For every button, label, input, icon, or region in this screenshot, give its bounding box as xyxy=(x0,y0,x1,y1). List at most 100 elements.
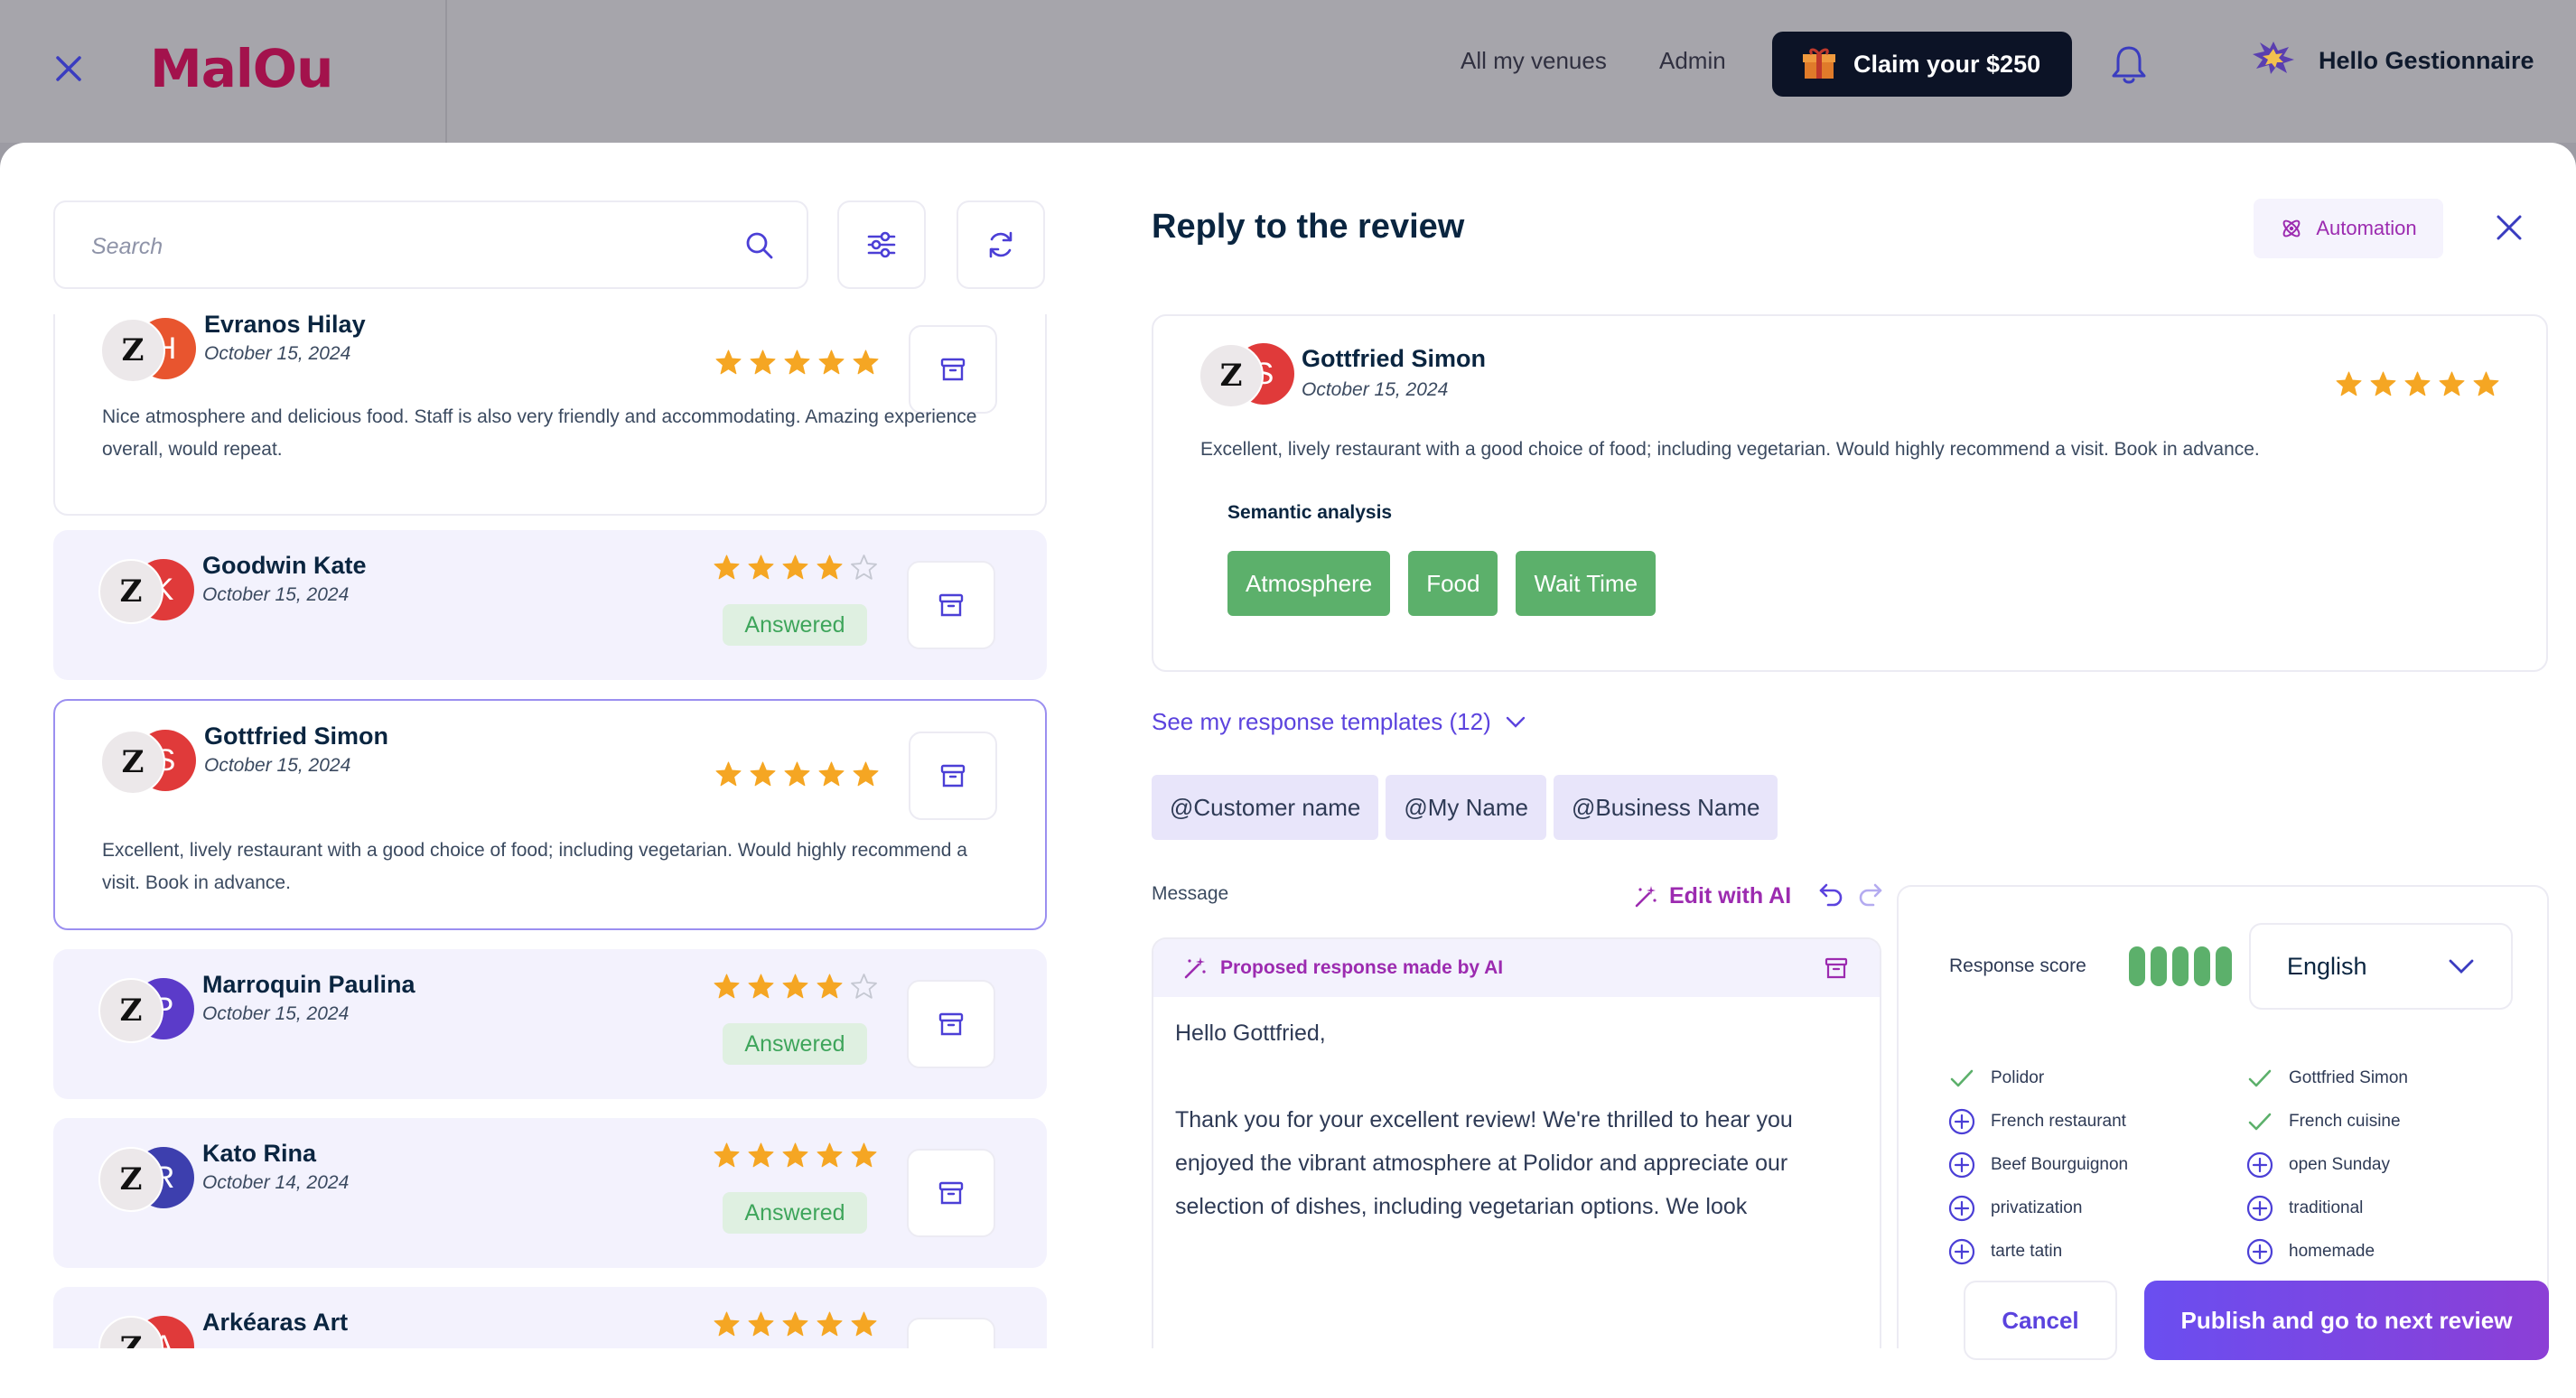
cancel-button[interactable]: Cancel xyxy=(1964,1281,2117,1360)
keyword-label: open Sunday xyxy=(2289,1155,2390,1174)
keyword-item[interactable]: traditional xyxy=(2245,1194,2363,1223)
language-select[interactable]: English xyxy=(2249,923,2513,1010)
status-badge: Answered xyxy=(723,1023,867,1065)
keyword-label: privatization xyxy=(1991,1198,2083,1217)
archive-button[interactable] xyxy=(909,732,997,820)
keyword-label: tarte tatin xyxy=(1991,1242,2063,1261)
publish-next-button[interactable]: Publish and go to next review xyxy=(2144,1281,2549,1360)
refresh-button[interactable] xyxy=(957,200,1045,289)
nav-admin[interactable]: Admin xyxy=(1659,47,1726,75)
star-filled-icon xyxy=(750,761,776,787)
review-text: Excellent, lively restaurant with a good… xyxy=(102,840,967,893)
review-card[interactable]: Z A Arkéaras Art xyxy=(53,1287,1047,1348)
star-rating xyxy=(713,554,878,582)
archive-button[interactable] xyxy=(907,1318,995,1348)
variable-customer-name[interactable]: @Customer name xyxy=(1152,775,1379,840)
redo-icon[interactable] xyxy=(1855,881,1884,907)
keyword-label: Beef Bourguignon xyxy=(1991,1155,2129,1174)
chevron-down-icon xyxy=(1506,716,1525,728)
keyword-label: French restaurant xyxy=(1991,1112,2126,1131)
star-filled-icon xyxy=(851,1142,877,1168)
archive-icon xyxy=(938,1181,964,1205)
archive-button[interactable] xyxy=(907,1149,995,1237)
variable-my-name[interactable]: @My Name xyxy=(1386,775,1546,840)
magic-wand-icon xyxy=(1184,957,1206,979)
star-filled-icon xyxy=(818,761,845,787)
reviewer-name: Gottfried Simon xyxy=(204,722,388,750)
star-filled-icon xyxy=(2439,371,2465,396)
templates-link-label: See my response templates (12) xyxy=(1152,708,1491,735)
add-circle-icon xyxy=(2246,1195,2273,1222)
trash-icon[interactable] xyxy=(1824,955,1849,981)
magic-wand-icon xyxy=(1635,885,1657,907)
star-filled-icon xyxy=(2336,371,2362,396)
user-greeting[interactable]: Hello Gestionnaire xyxy=(2319,47,2534,75)
edit-with-ai-button[interactable]: Edit with AI xyxy=(1633,883,1791,909)
keyword-item[interactable]: French restaurant xyxy=(1947,1107,2126,1136)
search-icon[interactable] xyxy=(743,229,776,262)
review-card[interactable]: Z P Marroquin Paulina October 15, 2024 A… xyxy=(53,949,1047,1099)
reviewer-avatar: Z S xyxy=(100,730,196,795)
semantic-tag[interactable]: Food xyxy=(1408,551,1498,616)
nav-all-venues[interactable]: All my venues xyxy=(1461,47,1607,75)
star-filled-icon xyxy=(817,1311,843,1337)
score-bar xyxy=(2216,946,2232,986)
archive-icon xyxy=(940,358,966,381)
review-list[interactable]: Z H Evranos Hilay October 15, 2024 Nice … xyxy=(53,314,1047,1348)
variable-business-name[interactable]: @Business Name xyxy=(1554,775,1778,840)
review-card[interactable]: Z K Goodwin Kate October 15, 2024 Answer… xyxy=(53,530,1047,680)
check-icon xyxy=(1950,1069,1974,1087)
semantic-tags: Atmosphere Food Wait Time xyxy=(1227,551,1657,616)
undo-icon[interactable] xyxy=(1817,881,1846,907)
status-badge: Answered xyxy=(723,604,867,646)
keyword-label: traditional xyxy=(2289,1198,2364,1217)
archive-button[interactable] xyxy=(907,980,995,1068)
close-icon[interactable] xyxy=(51,51,87,87)
close-icon[interactable] xyxy=(2493,211,2525,244)
message-textarea[interactable]: Hello Gottfried, Thank you for your exce… xyxy=(1175,1011,1862,1228)
filters-button[interactable] xyxy=(837,200,926,289)
semantic-tag[interactable]: Atmosphere xyxy=(1227,551,1391,616)
malou-logo[interactable]: MalOu xyxy=(150,38,333,99)
search-input[interactable] xyxy=(89,226,725,267)
keyword-item[interactable]: tarte tatin xyxy=(1947,1237,2062,1266)
reviewer-avatar: Z A xyxy=(98,1316,194,1348)
add-circle-icon xyxy=(1948,1151,1975,1179)
archive-button[interactable] xyxy=(907,561,995,649)
star-filled-icon xyxy=(784,350,810,375)
semantic-analysis-title: Semantic analysis xyxy=(1227,502,1393,523)
undo-redo xyxy=(1817,881,1884,907)
top-bar: MalOu All my venues Admin Claim your $25… xyxy=(0,0,2576,143)
review-date: October 14, 2024 xyxy=(202,1172,350,1193)
star-filled-icon xyxy=(715,761,742,787)
reviewer-name: Gottfried Simon xyxy=(1302,345,1486,372)
keyword-item[interactable]: homemade xyxy=(2245,1237,2375,1266)
review-card[interactable]: Z H Evranos Hilay October 15, 2024 Nice … xyxy=(53,314,1047,516)
search-box xyxy=(53,200,808,289)
keyword-label: homemade xyxy=(2289,1242,2375,1261)
claim-button[interactable]: Claim your $250 xyxy=(1772,32,2072,97)
star-filled-icon xyxy=(851,1311,877,1337)
bell-icon[interactable] xyxy=(2109,43,2149,85)
response-score-bars xyxy=(2129,946,2232,986)
star-rating xyxy=(713,1142,878,1170)
star-filled-icon xyxy=(782,1142,808,1168)
user-avatar[interactable] xyxy=(2251,40,2296,76)
message-label: Message xyxy=(1152,883,1229,904)
response-templates-link[interactable]: See my response templates (12) xyxy=(1152,708,1526,736)
star-filled-icon xyxy=(2404,371,2431,396)
semantic-tag[interactable]: Wait Time xyxy=(1516,551,1657,616)
keyword-item[interactable]: open Sunday xyxy=(2245,1151,2390,1179)
keyword-item[interactable]: privatization xyxy=(1947,1194,2082,1223)
automation-button[interactable]: Automation xyxy=(2254,199,2443,258)
review-card[interactable]: Z R Kato Rina October 14, 2024 Answered xyxy=(53,1118,1047,1268)
response-score-label: Response score xyxy=(1949,955,2086,976)
keyword-item[interactable]: Beef Bourguignon xyxy=(1947,1151,2128,1179)
reviewer-name: Evranos Hilay xyxy=(204,314,366,338)
add-circle-icon xyxy=(1948,1238,1975,1265)
reviewer-avatar: Z K xyxy=(98,559,194,624)
review-card-selected[interactable]: Z S Gottfried Simon October 15, 2024 Exc… xyxy=(53,699,1047,930)
star-rating xyxy=(714,349,880,377)
platform-avatar: Z xyxy=(100,318,165,383)
message-editor[interactable]: Proposed response made by AI Hello Gottf… xyxy=(1152,937,1881,1398)
